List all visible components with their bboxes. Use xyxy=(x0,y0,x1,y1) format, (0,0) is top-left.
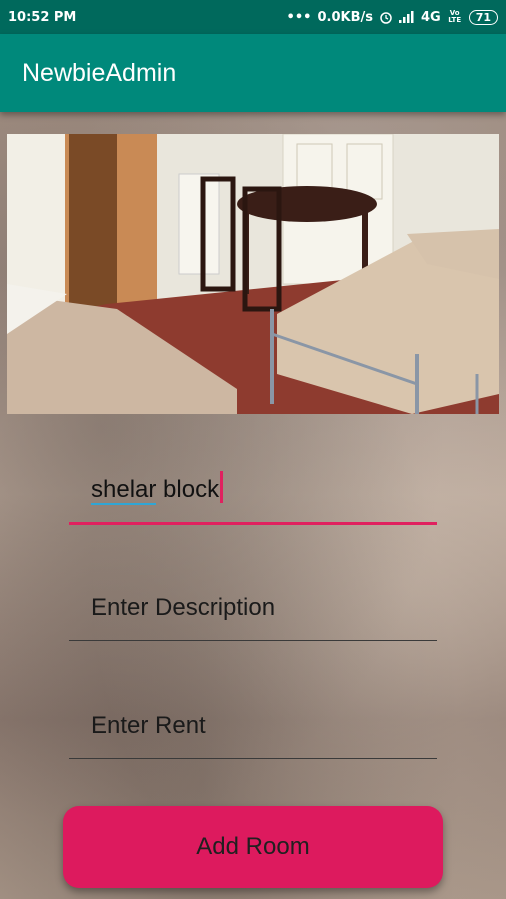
app-title: NewbieAdmin xyxy=(22,58,177,87)
room-name-word2: block xyxy=(156,476,220,503)
alarm-icon xyxy=(380,12,392,24)
network-type: 4G xyxy=(420,9,441,25)
description-placeholder: Enter Description xyxy=(91,594,276,621)
status-time: 10:52 PM xyxy=(8,9,77,25)
rent-placeholder: Enter Rent xyxy=(91,712,206,739)
app-bar: NewbieAdmin xyxy=(0,34,506,112)
add-room-button[interactable]: Add Room xyxy=(63,806,443,888)
more-dots-icon: ••• xyxy=(286,9,312,25)
network-speed: 0.0KB/s xyxy=(317,9,373,25)
room-photo[interactable] xyxy=(7,134,499,414)
battery-icon: 71 xyxy=(468,9,498,25)
description-input[interactable]: Enter Description xyxy=(69,580,437,641)
status-bar: 10:52 PM ••• 0.0KB/s 4G Vo LTE 71 xyxy=(0,0,506,34)
text-cursor xyxy=(220,471,224,503)
room-photo-illustration xyxy=(7,134,499,414)
status-icons: ••• 0.0KB/s 4G Vo LTE 71 xyxy=(286,9,498,25)
room-name-input[interactable]: shelar block xyxy=(69,462,437,525)
volte-icon: Vo LTE xyxy=(448,9,462,24)
room-name-word1: shelar xyxy=(91,476,157,505)
signal-icon xyxy=(398,11,414,23)
rent-input[interactable]: Enter Rent xyxy=(69,698,437,759)
room-name-value: shelar block xyxy=(91,471,224,505)
